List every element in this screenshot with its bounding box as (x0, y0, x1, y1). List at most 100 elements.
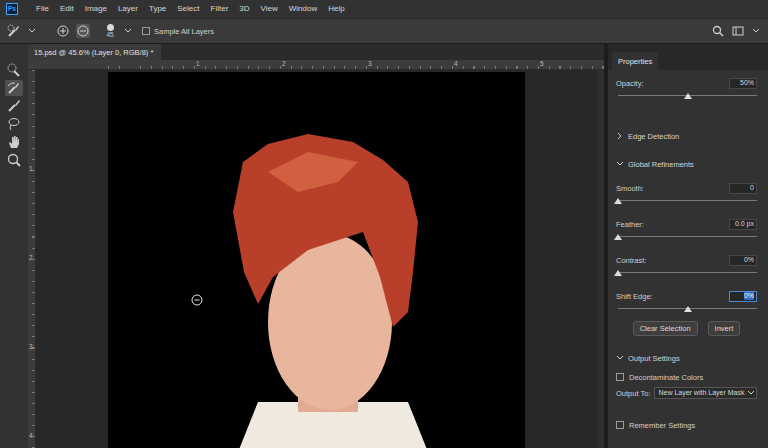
slider-label: Smooth: (616, 184, 644, 193)
checkbox-row[interactable]: Remember Settings (616, 417, 757, 433)
menu-item[interactable]: File (36, 4, 49, 14)
quick-selection-icon[interactable] (5, 62, 23, 78)
value-field[interactable]: 0 (729, 183, 757, 194)
canvas-row: 1234 (28, 70, 604, 448)
refine-edge-brush-icon[interactable] (5, 80, 23, 96)
slider-track[interactable] (618, 236, 757, 237)
value-text: 0% (744, 256, 754, 264)
refine-brush-icon[interactable] (6, 23, 22, 39)
brush-size-dot (107, 24, 114, 31)
output-select[interactable]: New Layer with Layer Mask (654, 387, 757, 399)
value-field[interactable]: 0% (729, 291, 757, 302)
panel-button[interactable]: Clear Selection (633, 321, 698, 336)
menu-item[interactable]: Filter (211, 4, 229, 14)
ruler-label: 4 (454, 61, 458, 68)
vertical-ruler: 1234 (28, 70, 36, 448)
slider-row: Opacity:50% (616, 70, 757, 106)
ruler-label: 2 (282, 61, 286, 68)
slider-header: Feather: 0.0 px (616, 218, 757, 230)
slider-row: Feather: 0.0 px (616, 211, 757, 247)
chevron-down-icon[interactable] (616, 160, 624, 168)
document-canvas[interactable] (108, 72, 525, 448)
menu-item[interactable]: Type (149, 4, 166, 14)
dropdown-icon[interactable] (752, 27, 760, 35)
slider-track[interactable] (618, 308, 757, 309)
menu-item[interactable]: 3D (239, 4, 249, 14)
menu-item[interactable]: Edit (60, 4, 74, 14)
slider-header: Opacity:50% (616, 77, 757, 89)
value-text: 50% (740, 79, 754, 87)
ruler-label: 2 (29, 255, 33, 262)
document-area: 15.psd @ 45.6% (Layer 0, RGB/8) * 12345 … (28, 44, 604, 448)
select-value: New Layer with Layer Mask (658, 389, 744, 397)
options-bar: 45 Sample All Layers (0, 18, 768, 44)
menu-item[interactable]: Image (85, 4, 107, 14)
sample-all-layers[interactable]: Sample All Layers (142, 27, 214, 36)
sample-all-layers-checkbox[interactable] (142, 27, 150, 35)
menu-item[interactable]: View (261, 4, 278, 14)
hand-icon[interactable] (5, 134, 23, 150)
properties-tab[interactable]: Properties (612, 52, 658, 70)
brush-icon[interactable] (5, 98, 23, 114)
ruler-label: 5 (540, 61, 544, 68)
value-field[interactable]: 0% (729, 255, 757, 266)
dropdown-icon[interactable] (124, 27, 132, 35)
add-mode-icon[interactable] (56, 24, 70, 38)
workspace-icon[interactable] (732, 25, 744, 37)
brush-cursor-icon (191, 294, 203, 306)
slider-label: Shift Edge: (616, 292, 653, 301)
slider-thumb[interactable] (684, 93, 692, 99)
chevron-right-icon[interactable] (616, 132, 624, 140)
slider-thumb[interactable] (614, 234, 622, 240)
slider-thumb[interactable] (614, 198, 622, 204)
slider-fill (618, 308, 688, 309)
checkbox-row[interactable]: Decontaminate Colors (616, 369, 757, 385)
slider-thumb[interactable] (614, 270, 622, 276)
ruler-label: 3 (29, 344, 33, 351)
ruler-label: 1 (29, 166, 33, 173)
checkbox[interactable] (616, 421, 624, 429)
value-field[interactable]: 50% (729, 78, 757, 89)
menu-item[interactable]: Layer (118, 4, 138, 14)
document-tab-bar: 15.psd @ 45.6% (Layer 0, RGB/8) * (28, 44, 604, 60)
section-label: Global Refinements (628, 160, 694, 169)
app-logo[interactable]: Ps (6, 3, 18, 15)
slider-header: Contrast:0% (616, 254, 757, 266)
panel-body: Opacity:50% Edge Detection Global Refineme… (608, 70, 768, 433)
section-header[interactable]: Global Refinements (616, 153, 757, 175)
menu-item[interactable]: Help (328, 4, 344, 14)
checkbox[interactable] (616, 373, 624, 381)
dropdown-icon[interactable] (28, 27, 36, 35)
button-row: Clear Selection Invert (616, 319, 757, 337)
section-label: Edge Detection (628, 132, 679, 141)
section-label: Output Settings (628, 354, 680, 363)
lasso-icon[interactable] (5, 116, 23, 132)
chevron-down-icon[interactable] (616, 354, 624, 362)
section-header[interactable]: Output Settings (616, 347, 757, 369)
slider-row: Shift Edge: 0% (616, 283, 757, 319)
document-tab[interactable]: 15.psd @ 45.6% (Layer 0, RGB/8) * (28, 44, 161, 60)
checkbox-label: Decontaminate Colors (629, 373, 703, 382)
slider-track[interactable] (618, 272, 757, 273)
menu-item[interactable]: Select (177, 4, 199, 14)
slider-row: Smooth: 0 (616, 175, 757, 211)
subtract-mode-icon[interactable] (76, 24, 90, 38)
section-header[interactable]: Edge Detection (616, 125, 757, 147)
vertical-scrollbar[interactable] (597, 70, 604, 448)
toolbar (0, 44, 28, 448)
slider-thumb[interactable] (684, 306, 692, 312)
brush-size[interactable]: 45 (102, 24, 118, 39)
slider-row: Contrast:0% (616, 247, 757, 283)
slider-header: Shift Edge: 0% (616, 290, 757, 302)
slider-label: Feather: (616, 220, 644, 229)
slider-track[interactable] (618, 95, 757, 96)
menu-item[interactable]: Window (289, 4, 317, 14)
zoom-icon[interactable] (5, 152, 23, 168)
value-text: 0 (750, 184, 754, 192)
panel-button[interactable]: Invert (708, 321, 741, 336)
brush-size-value: 45 (106, 31, 113, 39)
search-icon[interactable] (712, 25, 724, 37)
slider-track[interactable] (618, 200, 757, 201)
value-field[interactable]: 0.0 px (729, 219, 757, 230)
value-text: 0% (744, 292, 754, 300)
